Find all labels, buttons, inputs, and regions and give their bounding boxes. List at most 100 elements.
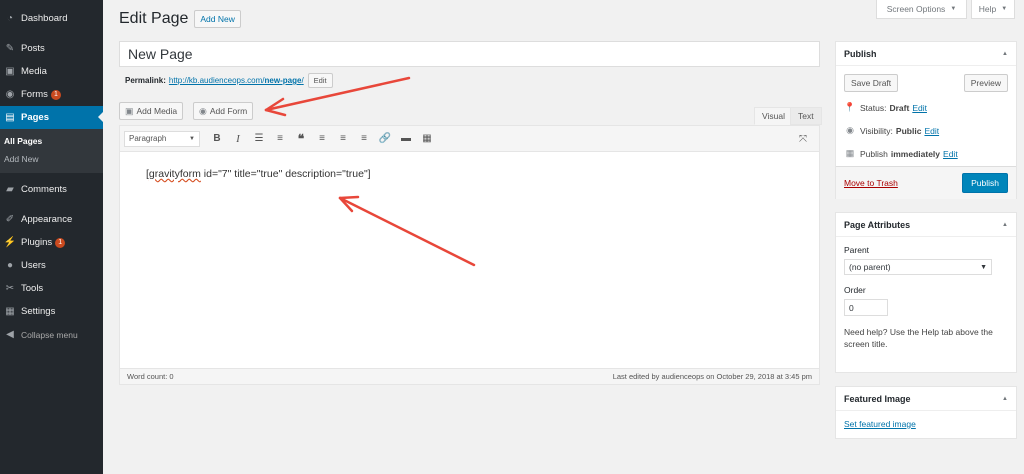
sidebar-item-forms[interactable]: ◉ Forms 1 <box>0 83 103 106</box>
preview-button[interactable]: Preview <box>963 74 1008 92</box>
sidebar-item-dashboard[interactable]: ◔ Dashboard <box>0 7 103 30</box>
publish-box: Publish ▲ Save Draft Preview 📍 Status: D… <box>835 41 1017 199</box>
move-to-trash-link[interactable]: Move to Trash <box>844 178 898 188</box>
format-select[interactable]: Paragraph ▼ <box>124 130 200 147</box>
collapse-menu-button[interactable]: ◀ Collapse menu <box>0 323 103 346</box>
align-right-icon: ≡ <box>361 133 367 144</box>
align-center-button[interactable]: ≡ <box>333 129 353 149</box>
pages-submenu: All Pages Add New <box>0 129 103 173</box>
edit-publish-date-link[interactable]: Edit <box>943 149 958 159</box>
order-input[interactable] <box>844 299 888 316</box>
permalink-link[interactable]: http://kb.audienceops.com/new-page/ <box>169 76 304 85</box>
sidebar-item-comments[interactable]: ▰ Comments <box>0 178 103 201</box>
media-icon: ▣ <box>5 66 15 77</box>
tab-text[interactable]: Text <box>790 107 822 125</box>
publish-button[interactable]: Publish <box>962 173 1008 193</box>
sidebar-item-label: Media <box>21 66 47 77</box>
sidebar-item-settings[interactable]: ▦ Settings <box>0 300 103 323</box>
sidebar-item-label: Pages <box>21 112 49 123</box>
page-title: Edit Page <box>119 10 189 27</box>
add-new-button[interactable]: Add New <box>194 10 241 28</box>
word-count: Word count: 0 <box>127 372 174 381</box>
parent-select-value: (no parent) <box>849 262 891 272</box>
featured-image-title: Featured Image <box>844 393 911 404</box>
page-attributes-header[interactable]: Page Attributes ▲ <box>836 213 1016 237</box>
calendar-icon: ▦ <box>845 148 855 158</box>
add-media-button[interactable]: ▣ Add Media <box>119 102 184 120</box>
collapse-arrow-icon: ◀ <box>6 329 14 340</box>
publish-box-header[interactable]: Publish ▲ <box>836 42 1016 66</box>
collapse-arrow-icon[interactable]: ▲ <box>1002 222 1008 228</box>
bold-button[interactable]: B <box>207 129 227 149</box>
settings-icon: ▦ <box>5 306 15 317</box>
parent-select[interactable]: (no parent) ▼ <box>844 259 992 275</box>
publish-box-title: Publish <box>844 48 877 59</box>
pin-icon: 📍 <box>844 102 856 112</box>
align-left-button[interactable]: ≡ <box>312 129 332 149</box>
submenu-add-new[interactable]: Add New <box>0 150 103 168</box>
featured-image-header[interactable]: Featured Image ▲ <box>836 387 1016 411</box>
italic-button[interactable]: I <box>228 129 248 149</box>
sidebar-item-appearance[interactable]: ✐ Appearance <box>0 208 103 231</box>
caret-down-icon: ▼ <box>1001 6 1008 12</box>
sidebar-item-label: Tools <box>21 283 44 294</box>
post-title-input[interactable] <box>119 41 820 67</box>
users-icon: ● <box>6 260 14 271</box>
align-left-icon: ≡ <box>319 133 325 144</box>
forms-icon: ◉ <box>199 105 207 116</box>
plugins-icon: ⚡ <box>3 237 17 248</box>
parent-label: Parent <box>844 245 870 255</box>
set-featured-image-link[interactable]: Set featured image <box>844 419 1008 429</box>
save-draft-button[interactable]: Save Draft <box>844 74 899 92</box>
sidebar-item-pages[interactable]: ▤ Pages <box>0 106 103 129</box>
update-count-badge: 1 <box>50 89 61 100</box>
fullscreen-icon: ⤧ <box>799 133 807 145</box>
screen-options-button[interactable]: Screen Options ▼ <box>876 0 967 19</box>
caret-down-icon: ▼ <box>189 135 195 142</box>
bulleted-list-button[interactable]: ☰ <box>249 129 269 149</box>
dashboard-icon: ◔ <box>6 13 14 24</box>
keyboard-icon: ▦ <box>422 133 432 144</box>
numbered-list-button[interactable]: ≡ <box>270 129 290 149</box>
sidebar-item-users[interactable]: ● Users <box>0 254 103 277</box>
numbered-list-icon: ≡ <box>277 133 283 144</box>
sidebar-item-posts[interactable]: ✎ Posts <box>0 37 103 60</box>
format-select-value: Paragraph <box>129 134 167 143</box>
edit-permalink-button[interactable]: Edit <box>307 73 333 88</box>
toolbar-toggle-button[interactable]: ▦ <box>417 129 437 149</box>
sidebar-item-tools[interactable]: ✂ Tools <box>0 277 103 300</box>
bulleted-list-icon: ☰ <box>254 133 264 144</box>
page-attributes-title: Page Attributes <box>844 219 911 230</box>
edit-status-link[interactable]: Edit <box>912 103 927 113</box>
edit-visibility-link[interactable]: Edit <box>924 126 939 136</box>
align-right-button[interactable]: ≡ <box>354 129 374 149</box>
page-attributes-box: Page Attributes ▲ Parent (no parent) ▼ O… <box>835 212 1017 373</box>
sidebar-item-label: Comments <box>21 184 67 195</box>
sidebar-item-plugins[interactable]: ⚡ Plugins 1 <box>0 231 103 254</box>
fullscreen-button[interactable]: ⤧ <box>793 129 813 149</box>
caret-down-icon: ▼ <box>950 6 957 12</box>
shortcode-name: gravityform <box>148 168 201 180</box>
collapse-arrow-icon[interactable]: ▲ <box>1002 51 1008 57</box>
add-form-button[interactable]: ◉ Add Form <box>193 102 254 120</box>
read-more-button[interactable]: ▬ <box>396 129 416 149</box>
publish-actions: Move to Trash Publish <box>836 166 1016 199</box>
comments-icon: ▰ <box>6 184 14 195</box>
add-media-label: Add Media <box>136 106 178 116</box>
tab-visual[interactable]: Visual <box>754 107 793 125</box>
featured-image-box: Featured Image ▲ Set featured image <box>835 386 1017 439</box>
editor-content[interactable]: [gravityform id="7" title="true" descrip… <box>120 152 819 196</box>
blockquote-button[interactable]: ❝ <box>291 129 311 149</box>
appearance-icon: ✐ <box>5 214 15 225</box>
help-button[interactable]: Help ▼ <box>971 0 1015 19</box>
content-editor: Paragraph ▼ B I ☰ ≡ ❝ ≡ ≡ ≡ 🔗 ▬ ▦ ⤧ [gra… <box>119 125 820 385</box>
visibility-row: ◉ Visibility: Public Edit <box>844 119 1008 142</box>
insert-link-button[interactable]: 🔗 <box>375 129 395 149</box>
submenu-all-pages[interactable]: All Pages <box>0 132 103 150</box>
caret-down-icon: ▼ <box>980 263 987 271</box>
bold-icon: B <box>213 133 221 144</box>
sidebar-item-media[interactable]: ▣ Media <box>0 60 103 83</box>
status-value: Draft <box>889 102 910 113</box>
forms-icon: ◉ <box>5 89 15 100</box>
collapse-arrow-icon[interactable]: ▲ <box>1002 396 1008 402</box>
